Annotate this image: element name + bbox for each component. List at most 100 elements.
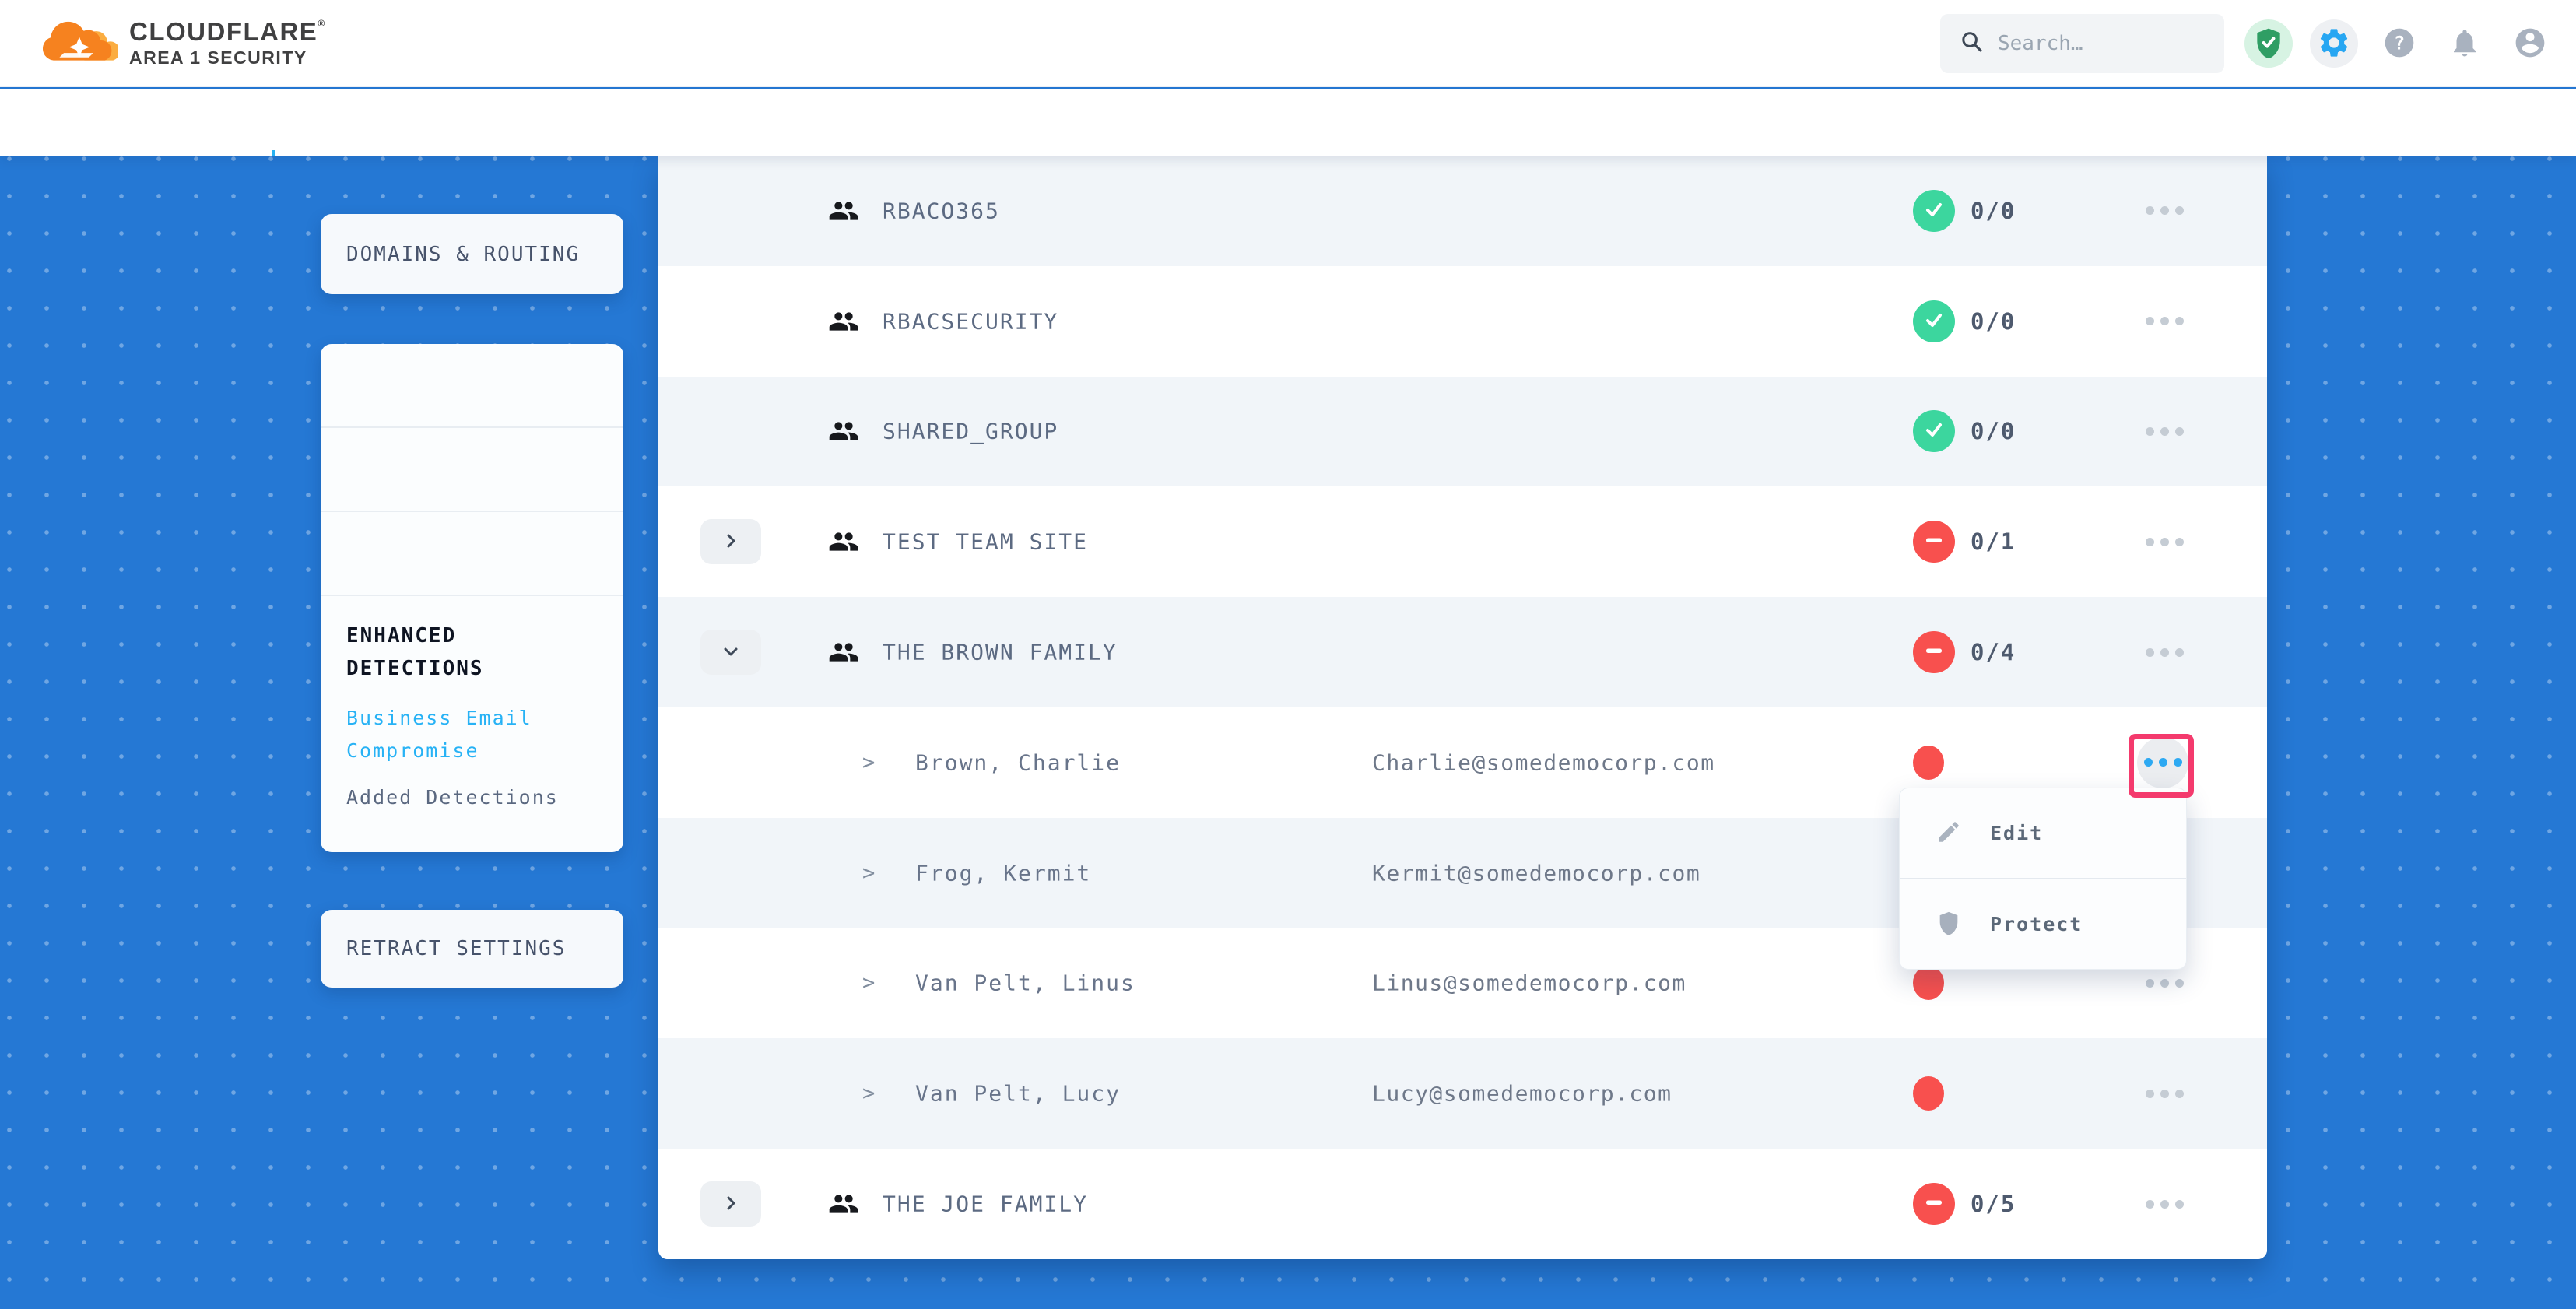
ellipsis-icon xyxy=(2146,648,2154,657)
sidebar-item-retract-settings[interactable]: RETRACT SETTINGS xyxy=(321,910,623,988)
member-email: Charlie@somedemocorp.com xyxy=(1372,749,1715,775)
shield-check-button[interactable] xyxy=(2244,19,2293,68)
sidebar-item-business-email-compromise[interactable]: Business Email Compromise xyxy=(346,702,598,767)
group-icon xyxy=(828,1188,859,1220)
row-menu-button[interactable] xyxy=(2137,404,2192,458)
brand-logo: CLOUDFLARE® AREA 1 SECURITY xyxy=(37,19,326,68)
sidebar-item-allow-list[interactable] xyxy=(321,428,623,512)
member-name: Brown, Charlie xyxy=(915,749,1121,775)
group-row: SHARED_GROUP 0/0 xyxy=(658,377,2267,487)
status-dot xyxy=(1913,746,1944,780)
bell-button[interactable] xyxy=(2441,19,2489,68)
status-count: 0/0 xyxy=(1971,198,2016,224)
ellipsis-icon xyxy=(2146,427,2154,436)
ellipsis-icon xyxy=(2146,538,2154,546)
gear-button[interactable] xyxy=(2310,19,2358,68)
member-row: > Van Pelt, Lucy Lucy@somedemocorp.com xyxy=(658,1038,2267,1149)
check-icon xyxy=(1921,196,1947,226)
group-row: THE BROWN FAMILY 0/4 xyxy=(658,597,2267,707)
expand-button[interactable] xyxy=(700,1181,761,1227)
group-icon xyxy=(828,637,859,668)
help-button[interactable]: ? xyxy=(2375,19,2423,68)
header-icons: ? xyxy=(2244,0,2554,87)
status-count: 0/1 xyxy=(1971,528,2016,555)
row-menu-button[interactable] xyxy=(2137,625,2192,679)
menu-item-label: Protect xyxy=(1990,913,2083,935)
brand-name: CLOUDFLARE® xyxy=(129,19,326,46)
search-box[interactable] xyxy=(1940,14,2224,73)
member-email: Kermit@somedemocorp.com xyxy=(1372,860,1700,886)
group-row: RBACSECURITY 0/0 xyxy=(658,266,2267,377)
sidebar-item-label: DOMAINS & ROUTING xyxy=(321,243,580,266)
status-badge xyxy=(1913,521,1955,563)
group-name: THE BROWN FAMILY xyxy=(883,640,1118,665)
minus-icon xyxy=(1921,637,1947,667)
sidebar-section-enhanced-detections: ENHANCED DETECTIONS Business Email Compr… xyxy=(321,596,623,809)
expand-button[interactable] xyxy=(700,519,761,564)
status-badge xyxy=(1913,190,1955,232)
row-menu-button[interactable] xyxy=(2137,1066,2192,1121)
app-header: CLOUDFLARE® AREA 1 SECURITY ? xyxy=(0,0,2576,87)
bell-icon xyxy=(2448,26,2481,61)
row-menu-button[interactable] xyxy=(2137,294,2192,349)
user-button[interactable] xyxy=(2506,19,2554,68)
minus-icon xyxy=(1921,527,1947,556)
help-icon: ? xyxy=(2382,26,2416,62)
ellipsis-icon xyxy=(2146,979,2154,988)
search-input[interactable] xyxy=(1998,32,2192,55)
member-chevron-icon: > xyxy=(862,750,875,774)
pencil-icon xyxy=(1936,819,1962,848)
group-icon xyxy=(828,416,859,447)
context-menu: Edit Protect xyxy=(1899,788,2187,970)
status-count: 0/0 xyxy=(1971,418,2016,444)
shield-icon xyxy=(1936,910,1962,939)
member-chevron-icon: > xyxy=(862,861,875,885)
check-icon xyxy=(1921,307,1947,336)
registered-mark: ® xyxy=(318,18,325,29)
menu-item-label: Edit xyxy=(1990,822,2043,844)
group-icon xyxy=(828,306,859,337)
group-row: RBACO365 0/0 xyxy=(658,156,2267,266)
chevron-right-icon xyxy=(721,1194,740,1215)
group-row: THE JOE FAMILY 0/5 xyxy=(658,1149,2267,1259)
row-menu-button[interactable] xyxy=(2137,1177,2192,1231)
ellipsis-icon xyxy=(2146,1200,2154,1209)
svg-text:?: ? xyxy=(2394,32,2405,54)
sidebar-item-added-detections[interactable]: Added Detections xyxy=(346,786,598,809)
gear-icon xyxy=(2317,26,2351,62)
ellipsis-icon xyxy=(2146,206,2154,215)
status-badge xyxy=(1913,300,1955,342)
status-dot xyxy=(1913,1076,1944,1111)
user-icon xyxy=(2513,26,2547,62)
sidebar-item-block-list[interactable] xyxy=(321,512,623,596)
sidebar-item-email-policies[interactable] xyxy=(321,344,623,428)
member-email: Lucy@somedemocorp.com xyxy=(1372,1081,1672,1107)
sidebar-policies-card: ENHANCED DETECTIONS Business Email Compr… xyxy=(321,344,623,852)
sidebar-item-domains-routing[interactable]: DOMAINS & ROUTING xyxy=(321,214,623,294)
cloudflare-cloud-icon xyxy=(37,19,118,67)
shield-check-icon xyxy=(2251,26,2286,62)
chevron-right-icon xyxy=(721,532,740,553)
group-row: TEST TEAM SITE 0/1 xyxy=(658,486,2267,597)
member-name: Van Pelt, Lucy xyxy=(915,1081,1121,1107)
brand-subtitle: AREA 1 SECURITY xyxy=(129,48,326,67)
member-chevron-icon: > xyxy=(862,1082,875,1106)
menu-item-protect[interactable]: Protect xyxy=(1900,879,2186,969)
expand-button[interactable] xyxy=(700,630,761,675)
click-highlight-box xyxy=(2129,734,2194,798)
member-email: Linus@somedemocorp.com xyxy=(1372,970,1686,996)
tab-bar xyxy=(0,89,2576,156)
ellipsis-icon xyxy=(2146,1090,2154,1098)
ellipsis-icon xyxy=(2146,317,2154,325)
status-count: 0/4 xyxy=(1971,639,2016,665)
row-menu-button[interactable] xyxy=(2137,184,2192,238)
status-count: 0/0 xyxy=(1971,308,2016,335)
member-name: Frog, Kermit xyxy=(915,860,1091,886)
chevron-down-icon xyxy=(721,642,740,663)
page: CLOUDFLARE® AREA 1 SECURITY ? DOMAINS & … xyxy=(0,0,2576,1309)
row-menu-button[interactable] xyxy=(2137,514,2192,569)
enhanced-detections-heading: ENHANCED DETECTIONS xyxy=(346,619,598,685)
search-icon xyxy=(1960,30,1984,57)
menu-item-edit[interactable]: Edit xyxy=(1900,788,2186,878)
directory-table: RBACO365 0/0 RBACSECURITY 0/0 SHARED_GRO… xyxy=(658,156,2267,1259)
